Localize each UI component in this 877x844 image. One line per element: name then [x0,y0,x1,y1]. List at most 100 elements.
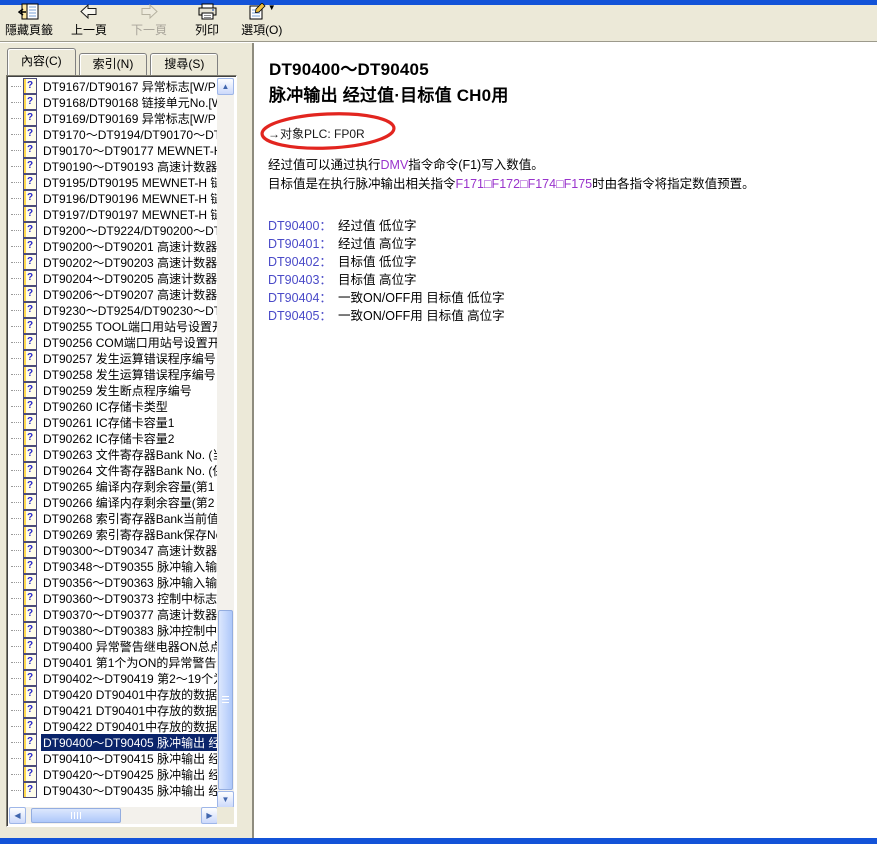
tree-item[interactable]: ?DT90380～DT90383 脉冲控制中标 [9,622,218,638]
help-topic-icon: ? [23,494,37,510]
tree-item[interactable]: ?DT90269 索引寄存器Bank保存No [9,526,218,542]
print-button[interactable]: 列印 [192,1,222,39]
register-desc: 一致ON/OFF用 目标值 高位字 [338,309,505,323]
help-topic-icon: ? [23,430,37,446]
tree-horizontal-scrollbar[interactable]: ◀ ▶ [9,807,218,824]
tree-item[interactable]: ?DT9197/DT90197 MEWNET-H 链接 [9,206,218,222]
help-topic-icon: ? [23,222,37,238]
help-topic-icon: ? [23,94,37,110]
tab-index[interactable]: 索引(N) [79,53,148,75]
forward-icon [139,2,159,21]
tree-item[interactable]: ?DT90260 IC存储卡类型 [9,398,218,414]
tree-item[interactable]: ?DT90420～DT90425 脉冲输出 经 [9,766,218,782]
tree-item[interactable]: ?DT90204～DT90205 高速计数器经 [9,270,218,286]
tree-item[interactable]: ?DT90259 发生断点程序编号 [9,382,218,398]
tree-item[interactable]: ?DT90430～DT90435 脉冲输出 经 [9,782,218,798]
tree-item[interactable]: ?DT90401 第1个为ON的异常警告继 [9,654,218,670]
tree-item[interactable]: ?DT9170～DT9194/DT90170～DT90 [9,126,218,142]
tree-item[interactable]: ?DT9167/DT90167 异常标志[W/P [9,78,218,94]
scroll-down-button[interactable]: ▼ [217,791,234,808]
back-icon [79,2,99,21]
scroll-left-button[interactable]: ◀ [9,807,26,824]
tree-item-selected[interactable]: ?DT90400～DT90405 脉冲输出 经 [9,734,218,750]
tree-item[interactable]: ?DT90265 编译内存剩余容量(第1 [9,478,218,494]
tree-item[interactable]: ?DT90258 发生运算错误程序编号 [9,366,218,382]
tree-item[interactable]: ?DT90370～DT90377 高速计数器控 [9,606,218,622]
tree-item-label: DT9195/DT90195 MEWNET-H 链接 [41,174,218,191]
back-label: 上一頁 [71,21,107,38]
tab-contents[interactable]: 內容(C) [7,48,76,75]
topic-title-line1: DT90400～DT90405 [269,55,429,80]
tab-search[interactable]: 搜尋(S) [150,53,218,75]
help-topic-icon: ? [23,398,37,414]
help-topic-icon: ? [23,366,37,382]
tree-item[interactable]: ?DT90400 异常警告继电器ON总点 [9,638,218,654]
tree-vertical-scrollbar[interactable]: ▲ ▼ [217,78,234,808]
help-topic-icon: ? [23,78,37,94]
tree-item[interactable]: ?DT90261 IC存储卡容量1 [9,414,218,430]
tree-connector-line [11,742,21,743]
tree-item[interactable]: ?DT90348～DT90355 脉冲输入输出 [9,558,218,574]
tree-connector-line [11,534,21,535]
help-topic-icon: ? [23,638,37,654]
tree-item[interactable]: ?DT90420 DT90401中存放的数据变 [9,686,218,702]
tree-item[interactable]: ?DT9169/DT90169 异常标志[W/P [9,110,218,126]
arrow-left-icon: ◀ [10,808,25,823]
tree-item[interactable]: ?DT90266 编译内存剩余容量(第2 [9,494,218,510]
help-topic-icon: ? [23,606,37,622]
tree-item[interactable]: ?DT90360～DT90373 控制中标志状 [9,590,218,606]
tree-item-label: DT9200～DT9224/DT90200～DT90 [41,222,218,239]
back-button[interactable]: 上一頁 [68,1,110,39]
tree-item-label: DT90300～DT90347 高速计数器经 [41,542,218,559]
tree-item[interactable]: ?DT90206～DT90207 高速计数器目 [9,286,218,302]
tree-item[interactable]: ?DT90262 IC存储卡容量2 [9,430,218,446]
forward-button[interactable]: 下一頁 [128,1,170,39]
tree-item-label: DT9197/DT90197 MEWNET-H 链接 [41,206,218,223]
tree-connector-line [11,166,21,167]
vertical-scroll-thumb[interactable] [218,610,233,790]
tree-item[interactable]: ?DT90190～DT90193 高速计数器控 [9,158,218,174]
horizontal-scroll-thumb[interactable] [31,808,121,823]
tree-item[interactable]: ?DT90268 索引寄存器Bank当前值 [9,510,218,526]
tree-item[interactable]: ?DT90255 TOOL端口用站号设置开 [9,318,218,334]
paragraph-1: 经过值可以通过执行DMV指令命令(F1)写入数值。 [268,154,544,173]
tree-item[interactable]: ?DT90421 DT90401中存放的数据变 [9,702,218,718]
scroll-up-button[interactable]: ▲ [217,78,234,95]
tree-item[interactable]: ?DT90256 COM端口用站号设置开关 [9,334,218,350]
tree-item-label: DT9196/DT90196 MEWNET-H 链接 [41,190,218,207]
tree-item[interactable]: ?DT90422 DT90401中存放的数据变 [9,718,218,734]
tree-item-label: DT9167/DT90167 异常标志[W/P [41,78,218,95]
tree-item[interactable]: ?DT9230～DT9254/DT90230～DT90 [9,302,218,318]
scroll-right-button[interactable]: ▶ [201,807,218,824]
tree-view[interactable]: ?DT9167/DT90167 异常标志[W/P?DT9168/DT90168 … [9,78,218,808]
tree-item[interactable]: ?DT90257 发生运算错误程序编号 [9,350,218,366]
tree-item[interactable]: ?DT90356～DT90363 脉冲输入输出 [9,574,218,590]
tree-item[interactable]: ?DT90410～DT90415 脉冲输出 经 [9,750,218,766]
help-topic-icon: ? [23,254,37,270]
tree-item[interactable]: ?DT90170～DT90177 MEWNET-H 链 [9,142,218,158]
tree-item[interactable]: ?DT90264 文件寄存器Bank No. (保 [9,462,218,478]
tree-item[interactable]: ?DT9195/DT90195 MEWNET-H 链接 [9,174,218,190]
tree-item[interactable]: ?DT90200～DT90201 高速计数器经 [9,238,218,254]
tree-item-label: DT90255 TOOL端口用站号设置开 [41,318,218,335]
tree-item[interactable]: ?DT90402～DT90419 第2～19个为 [9,670,218,686]
tree-item-label: DT90370～DT90377 高速计数器控 [41,606,218,623]
tree-item-label: DT90420～DT90425 脉冲输出 经 [41,766,218,783]
tree-item[interactable]: ?DT9168/DT90168 链接单元No.[W [9,94,218,110]
tree-item[interactable]: ?DT90263 文件寄存器Bank No. (当 [9,446,218,462]
hide-tabs-button[interactable]: 隱藏頁籤 [2,1,56,39]
tree-item-label: DT9170～DT9194/DT90170～DT90 [41,126,218,143]
options-button[interactable]: ▼ 選項(O) [238,1,285,39]
tree-item[interactable]: ?DT90202～DT90203 高速计数器目 [9,254,218,270]
tree-item[interactable]: ?DT9200～DT9224/DT90200～DT90 [9,222,218,238]
tree-item[interactable]: ?DT9196/DT90196 MEWNET-H 链接 [9,190,218,206]
options-label: 選項(O) [241,21,282,38]
tree-item-label: DT90401 第1个为ON的异常警告继 [41,654,218,671]
contents-tree-frame: ?DT9167/DT90167 异常标志[W/P?DT9168/DT90168 … [6,75,237,827]
target-plc-note: →对象PLC: FP0R [268,125,365,142]
tree-item-label: DT90360～DT90373 控制中标志状 [41,590,218,607]
tree-connector-line [11,262,21,263]
help-topic-icon: ? [23,414,37,430]
arrow-right-icon: ▶ [202,808,217,823]
tree-item[interactable]: ?DT90300～DT90347 高速计数器经 [9,542,218,558]
